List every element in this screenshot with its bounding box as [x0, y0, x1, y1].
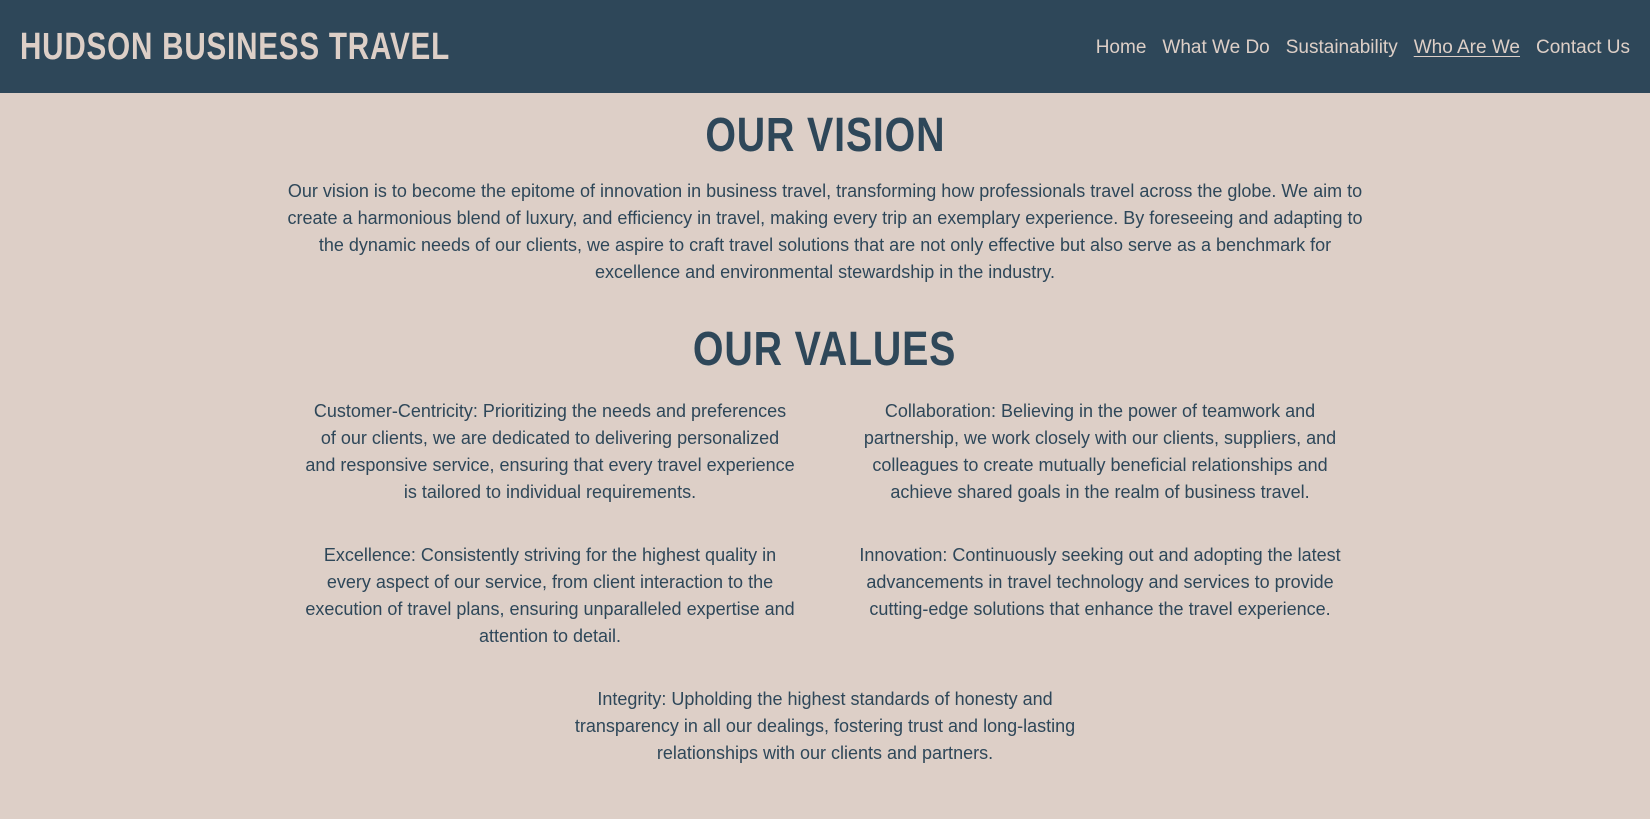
brand-logo-text[interactable]: HUDSON BUSINESS TRAVEL	[20, 26, 450, 69]
main-content: OUR VISION Our vision is to become the e…	[285, 112, 1365, 767]
nav-contact-us[interactable]: Contact Us	[1536, 37, 1630, 59]
main-nav: Home What We Do Sustainability Who Are W…	[1096, 37, 1630, 59]
nav-home[interactable]: Home	[1096, 37, 1147, 59]
values-section: OUR VALUES Customer-Centricity: Prioriti…	[285, 326, 1365, 767]
nav-sustainability[interactable]: Sustainability	[1286, 37, 1398, 59]
values-title-wrap: OUR VALUES	[285, 326, 1365, 374]
value-integrity: Integrity: Upholding the highest standar…	[574, 689, 1076, 763]
nav-who-are-we[interactable]: Who Are We	[1414, 37, 1520, 59]
vision-title-wrap: OUR VISION	[285, 112, 1365, 160]
vision-section: OUR VISION Our vision is to become the e…	[285, 112, 1365, 286]
value-customer-centricity: Customer-Centricity: Prioritizing the ne…	[305, 401, 795, 502]
nav-what-we-do[interactable]: What We Do	[1162, 37, 1269, 59]
values-grid: Customer-Centricity: Prioritizing the ne…	[285, 398, 1365, 650]
site-header: HUDSON BUSINESS TRAVEL Home What We Do S…	[0, 0, 1650, 93]
vision-title: OUR VISION	[704, 109, 946, 162]
values-title: OUR VALUES	[693, 323, 957, 376]
value-collaboration: Collaboration: Believing in the power of…	[863, 401, 1337, 502]
value-innovation: Innovation: Continuously seeking out and…	[859, 545, 1341, 619]
value-excellence: Excellence: Consistently striving for th…	[305, 545, 795, 646]
vision-text: Our vision is to become the epitome of i…	[287, 181, 1363, 282]
